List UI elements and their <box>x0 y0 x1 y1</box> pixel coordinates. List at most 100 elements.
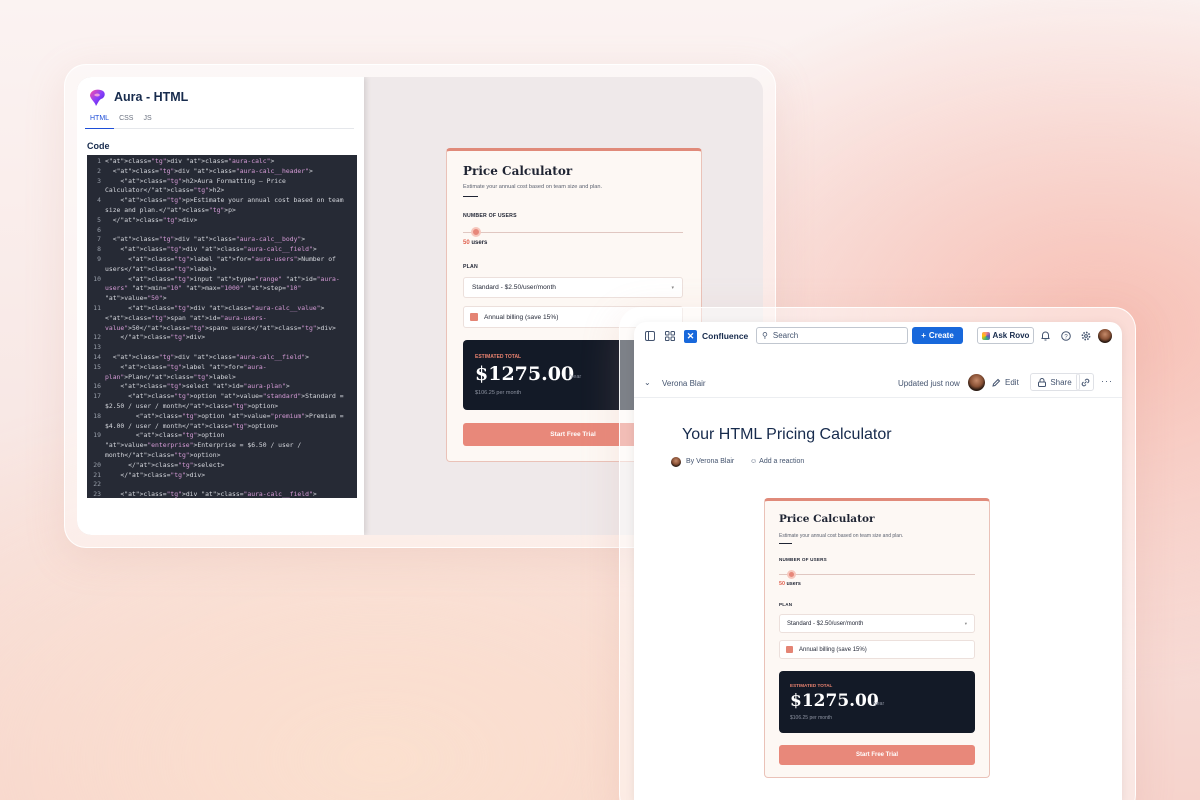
chevron-down-icon[interactable]: ⌄ <box>644 378 651 387</box>
search-input[interactable]: ⚲ Search <box>756 327 908 344</box>
annual-checkbox[interactable] <box>470 313 478 321</box>
users-slider-thumb[interactable] <box>787 570 796 579</box>
smiley-icon: ☺ <box>750 458 758 465</box>
plus-icon: + <box>921 331 926 340</box>
line-number: 10 <box>93 274 101 283</box>
bell-icon[interactable] <box>1039 330 1051 342</box>
users-slider-thumb[interactable] <box>471 227 481 237</box>
settings-gear-icon[interactable] <box>1080 330 1092 342</box>
line-code: <"at">class="tg">label "at">for="aura-us… <box>105 254 340 273</box>
plan-select[interactable]: Standard - $2.50/user/month ▾ <box>463 277 683 298</box>
start-free-trial-button[interactable]: Start Free Trial <box>779 745 975 765</box>
line-code: <"at">class="tg">label "at">for="aura-pl… <box>105 362 267 381</box>
code-line: 15 <"at">class="tg">label "at">for="aura… <box>87 363 357 383</box>
code-line: 20 </"at">class="tg">select> <box>87 461 357 471</box>
line-code: <"at">class="tg">option "at">value="prem… <box>105 411 348 430</box>
confluence-logo-icon[interactable]: ✕ <box>684 330 697 343</box>
rovo-icon <box>981 331 990 340</box>
line-number: 19 <box>93 431 101 440</box>
plan-select[interactable]: Standard - $2.50/user/month ▾ <box>779 614 975 633</box>
line-number: 8 <box>97 245 101 254</box>
line-code: <"at">class="tg">input "at">type="range"… <box>105 274 340 303</box>
add-reaction-button[interactable]: ☺ Add a reaction <box>750 458 804 465</box>
rovo-label: Ask Rovo <box>992 331 1030 340</box>
code-textarea[interactable]: 1 <"at">class="tg">div "at">class="aura-c… <box>87 155 357 498</box>
byline[interactable]: By Verona Blair <box>686 458 734 465</box>
users-count: 50 <box>463 240 470 246</box>
code-line: 21 </"at">class="tg">div> <box>87 471 357 481</box>
tab-html[interactable]: HTML <box>85 113 115 129</box>
chevron-down-icon: ▾ <box>671 284 674 291</box>
byline-avatar <box>671 457 681 467</box>
users-unit: users <box>471 240 488 246</box>
page-title: Your HTML Pricing Calculator <box>682 426 892 443</box>
help-icon[interactable]: ? <box>1060 330 1072 342</box>
title-rule <box>463 196 478 197</box>
embedded-price-calculator: Price Calculator Estimate your annual co… <box>764 498 990 778</box>
code-line: 8 <"at">class="tg">div "at">class="aura-… <box>87 245 357 255</box>
more-options-icon[interactable]: ··· <box>1101 376 1113 386</box>
line-number: 6 <box>97 225 101 234</box>
share-button[interactable]: Share <box>1030 373 1080 391</box>
line-number: 17 <box>93 392 101 401</box>
annual-checkbox[interactable] <box>786 646 793 653</box>
code-line: 23 <"at">class="tg">div "at">class="aura… <box>87 490 357 498</box>
total-unit: /year <box>569 374 582 380</box>
code-line: 2 <"at">class="tg">div "at">class="aura-… <box>87 167 357 177</box>
line-number: 1 <box>97 157 101 165</box>
breadcrumb-author[interactable]: Verona Blair <box>662 379 706 388</box>
users-label: NUMBER OF USERS <box>463 213 517 219</box>
code-line: 16 <"at">class="tg">select "at">id="aura… <box>87 382 357 392</box>
code-line: 10 <"at">class="tg">input "at">type="ran… <box>87 275 357 304</box>
create-label: Create <box>928 331 954 340</box>
page-header-bar: ⌄ Verona Blair Updated just now Edit Sha… <box>634 368 1122 398</box>
reaction-label: Add a reaction <box>759 458 805 465</box>
code-line: 4 <"at">class="tg">p>Estimate your annua… <box>87 196 357 216</box>
author-avatar[interactable] <box>968 374 985 391</box>
tab-js[interactable]: JS <box>138 113 156 129</box>
chevron-down-icon: ▾ <box>964 620 967 626</box>
code-line: 18 <"at">class="tg">option "at">value="p… <box>87 412 357 432</box>
line-code: <"at">class="tg">div "at">class="aura-ca… <box>105 245 317 254</box>
search-placeholder: Search <box>772 331 799 340</box>
line-number: 3 <box>97 176 101 185</box>
code-line: 7 <"at">class="tg">div "at">class="aura-… <box>87 235 357 245</box>
link-icon <box>1081 378 1089 386</box>
line-number: 14 <box>93 352 101 361</box>
line-number: 18 <box>93 411 101 420</box>
code-line: 19 <"at">class="tg">option "at">value="e… <box>87 431 357 460</box>
plan-label: PLAN <box>463 264 478 270</box>
updated-status: Updated just now <box>898 379 960 388</box>
line-code: <"at">class="tg">option "at">value="stan… <box>105 392 348 410</box>
line-number: 20 <box>93 460 101 469</box>
edit-button[interactable]: Edit <box>992 378 1019 387</box>
plan-selected-value: Standard - $2.50/user/month <box>472 284 556 291</box>
line-code: <"at">class="tg">option "at">value="ente… <box>105 431 306 459</box>
line-number: 7 <box>97 235 101 244</box>
code-label: Code <box>87 141 110 151</box>
line-code: </"at">class="tg">div> <box>105 333 206 342</box>
tab-css[interactable]: CSS <box>114 113 138 129</box>
product-name[interactable]: Confluence <box>702 331 748 341</box>
ask-rovo-button[interactable]: Ask Rovo <box>977 327 1034 344</box>
copy-link-button[interactable] <box>1076 373 1094 391</box>
users-count: 50 <box>779 581 785 587</box>
annual-billing-checkbox-row[interactable]: Annual billing (save 15%) <box>779 640 975 659</box>
sidebar-toggle-icon[interactable] <box>644 330 656 342</box>
users-slider-track[interactable] <box>779 574 975 575</box>
calculator-title: Price Calculator <box>463 164 573 178</box>
app-switcher-icon[interactable] <box>664 330 676 342</box>
line-code: <"at">class="tg">div "at">class="aura-ca… <box>105 490 317 498</box>
create-button[interactable]: + Create <box>912 327 963 344</box>
users-slider-track[interactable] <box>463 232 683 233</box>
plan-selected-value: Standard - $2.50/user/month <box>787 620 864 627</box>
line-code: <"at">class="tg">div "at">class="aura-ca… <box>105 235 306 244</box>
line-code: <"at">class="tg">div "at">class="aura-ca… <box>105 352 309 361</box>
line-number: 21 <box>93 470 101 479</box>
aura-logo-icon <box>90 89 105 106</box>
user-avatar[interactable] <box>1098 329 1112 343</box>
plan-label: PLAN <box>779 602 793 607</box>
users-unit: users <box>786 581 801 587</box>
line-number: 5 <box>97 215 101 224</box>
line-number: 12 <box>93 333 101 342</box>
